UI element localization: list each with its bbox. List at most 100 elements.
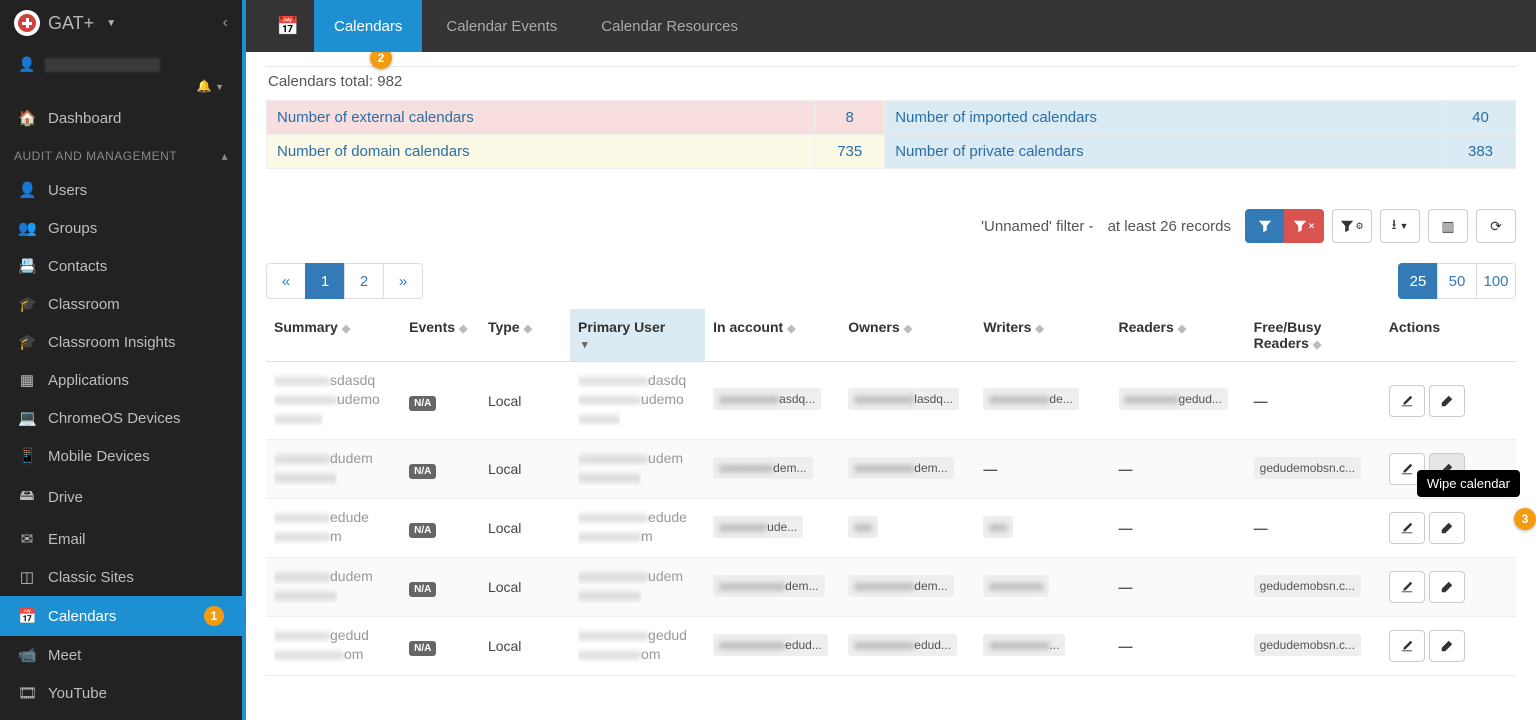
col-primary-user[interactable]: Primary User▾ [570,309,705,362]
col-in-account[interactable]: In account◆ [705,309,840,362]
cell-actions [1381,499,1516,558]
cell-owners: xxxxxxxxxxedud... [840,617,975,676]
nav-users[interactable]: 👤Users [0,171,242,209]
cell-freebusy: gedudemobsn.c... [1246,558,1381,617]
calendars-table: Summary◆ Events◆ Type◆ Primary User▾ In … [266,309,1516,676]
clear-filter-button[interactable]: ✕ [1284,209,1324,243]
col-type[interactable]: Type◆ [480,309,570,362]
imported-calendars-count[interactable]: 40 [1446,101,1516,135]
nav-chromeos-devices[interactable]: 💻ChromeOS Devices [0,399,242,437]
nav-mobile-devices[interactable]: 📱Mobile Devices [0,437,242,475]
download-icon: ⭳ [1392,214,1397,238]
table-row: xxxxxxxxdudemxxxxxxxxxN/ALocalxxxxxxxxxx… [266,440,1516,499]
external-calendars-link[interactable]: Number of external calendars [267,101,815,135]
nav-applications[interactable]: ▦Applications [0,361,242,399]
tab-calendar-events[interactable]: Calendar Events [426,0,577,52]
cell-type: Local [480,558,570,617]
col-writers[interactable]: Writers◆ [975,309,1110,362]
sort-icon: ◆ [787,323,795,335]
edit-calendar-button[interactable] [1389,512,1425,544]
tab-calendar-resources[interactable]: Calendar Resources [581,0,758,52]
section-audit-management[interactable]: AUDIT AND MANAGEMENT ▴ [0,137,242,171]
graduation-cap-icon: 🎓 [18,295,36,313]
cell-freebusy: gedudemobsn.c... [1246,617,1381,676]
edit-calendar-button[interactable] [1389,630,1425,662]
eraser-icon [1440,521,1454,535]
filter-button[interactable] [1245,209,1285,243]
nav-contacts[interactable]: 📇Contacts [0,247,242,285]
nav-youtube[interactable]: 🎞YouTube [0,674,242,712]
table-row: xxxxxxxxdudemxxxxxxxxxN/ALocalxxxxxxxxxx… [266,558,1516,617]
nav-classic-sites[interactable]: ◫Classic Sites [0,558,242,596]
page-size-25[interactable]: 25 [1398,263,1438,299]
export-button[interactable]: ⭳ ▼ [1380,209,1420,243]
private-calendars-link[interactable]: Number of private calendars [885,135,1446,169]
edit-calendar-button[interactable] [1389,571,1425,603]
page-size-50[interactable]: 50 [1437,263,1477,299]
page-1[interactable]: 1 [305,263,345,299]
nav-dashboard[interactable]: 🏠 Dashboard [0,99,242,137]
wipe-calendar-button[interactable] [1429,630,1465,662]
col-summary[interactable]: Summary◆ [266,309,401,362]
cell-events: N/A [401,617,480,676]
cell-readers: xxxxxxxxxgedud... [1111,362,1246,440]
wipe-calendar-button[interactable] [1429,512,1465,544]
col-events[interactable]: Events◆ [401,309,480,362]
nav-meet[interactable]: 📹Meet [0,636,242,674]
sort-icon: ◆ [1178,323,1186,335]
domain-calendars-link[interactable]: Number of domain calendars [267,135,815,169]
page-size-100[interactable]: 100 [1476,263,1516,299]
cell-writers: xxx [975,499,1110,558]
nav-classroom-insights[interactable]: 🎓Classroom Insights [0,323,242,361]
nav-email[interactable]: ✉Email [0,520,242,558]
app-name: GAT+ [48,13,94,34]
step-3-badge: 3 [1514,508,1536,530]
cell-freebusy: — [1246,362,1381,440]
page-next[interactable]: » [383,263,423,299]
cell-summary: xxxxxxxxdudemxxxxxxxxx [266,440,401,499]
brand-menu[interactable]: GAT+ ▼ [14,10,116,36]
nav-calendars[interactable]: 📅 Calendars 1 [0,596,242,636]
step-1-badge: 1 [204,606,224,626]
nav-drive[interactable]: 🖴Drive [0,475,242,520]
sites-icon: ◫ [18,568,36,586]
page-2[interactable]: 2 [344,263,384,299]
edit-icon [1400,462,1414,476]
calendar-icon: 📅 [18,607,36,625]
refresh-button[interactable]: ⟳ [1476,209,1516,243]
external-calendars-count[interactable]: 8 [815,101,885,135]
cell-actions [1381,617,1516,676]
nav-groups[interactable]: 👥Groups [0,209,242,247]
funnel-remove-icon [1293,219,1307,233]
caret-down-icon: ▼ [106,18,116,29]
cell-writers: xxxxxxxxx [975,558,1110,617]
cell-in-account: xxxxxxxxxdem... [705,440,840,499]
columns-button[interactable]: ▥ [1428,209,1468,243]
private-calendars-count[interactable]: 383 [1446,135,1516,169]
notifications-button[interactable]: 🔔 ▼ [197,79,224,93]
page-prev[interactable]: « [266,263,306,299]
col-readers[interactable]: Readers◆ [1111,309,1246,362]
wipe-calendar-button[interactable] [1429,385,1465,417]
sort-icon: ◆ [459,323,467,335]
cell-actions [1381,558,1516,617]
col-freebusy[interactable]: Free/Busy Readers◆ [1246,309,1381,362]
edit-calendar-button[interactable] [1389,385,1425,417]
calendar-grid-icon[interactable]: 📅 [266,8,310,44]
user-icon: 👤 [18,56,35,73]
wipe-calendar-button[interactable] [1429,571,1465,603]
nav-classroom[interactable]: 🎓Classroom [0,285,242,323]
cell-type: Local [480,499,570,558]
user-icon: 👤 [18,181,36,199]
sort-icon: ◆ [1035,323,1043,335]
nav-label: Dashboard [48,110,121,127]
domain-calendars-count[interactable]: 735 [815,135,885,169]
filter-settings-button[interactable]: ⚙ [1332,209,1372,243]
col-owners[interactable]: Owners◆ [840,309,975,362]
collapse-sidebar-button[interactable]: ‹ [223,14,228,32]
pagination: « 1 2 » [266,263,423,299]
imported-calendars-link[interactable]: Number of imported calendars [885,101,1446,135]
tab-calendars[interactable]: Calendars [314,0,422,52]
filter-hint: at least 26 records [1108,218,1231,235]
sort-icon: ◆ [342,323,350,335]
